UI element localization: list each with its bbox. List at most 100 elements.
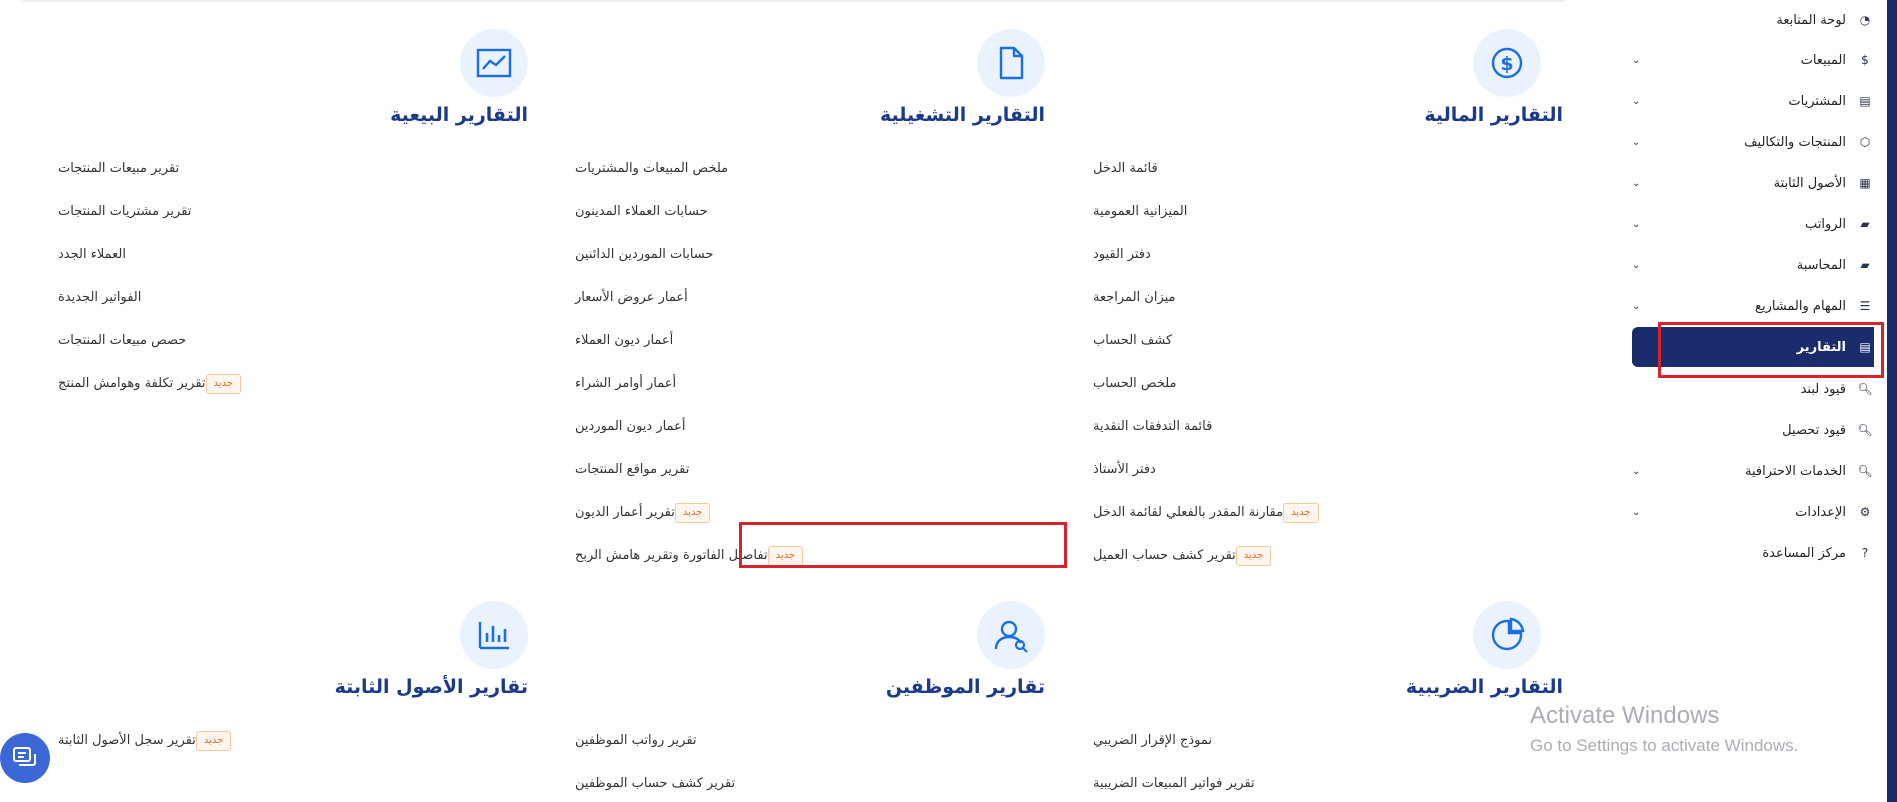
watermark-title: Activate Windows bbox=[1530, 702, 1720, 729]
report-link-label: العملاء الجدد bbox=[58, 247, 126, 262]
report-link[interactable]: ميزان المراجعة bbox=[1093, 276, 1553, 319]
report-link[interactable]: تقرير رواتب الموظفين bbox=[575, 719, 1035, 762]
report-link[interactable]: تقرير مشتريات المنتجات bbox=[58, 190, 518, 233]
report-link[interactable]: مقارنة المقدر بالفعلي لقائمة الدخل جديد bbox=[1093, 491, 1553, 534]
chevron-down-icon: ⌄ bbox=[1632, 54, 1641, 66]
report-link[interactable]: نموذج الإقرار الضريبي bbox=[1093, 719, 1553, 762]
report-link-label: قائمة التدفقات النقدية bbox=[1093, 419, 1213, 434]
new-badge: جديد bbox=[205, 373, 241, 394]
report-link[interactable]: العملاء الجدد bbox=[58, 233, 518, 276]
report-link-label: تقرير أعمار الديون bbox=[575, 505, 675, 520]
report-link-label: كشف الحساب bbox=[1093, 333, 1173, 348]
sidebar-item[interactable]: ▤ المشتريات ⌄ bbox=[1632, 81, 1874, 121]
sidebar-item-label: المبيعات bbox=[1800, 52, 1846, 68]
sidebar-item[interactable]: ⬡ المنتجات والتكاليف ⌄ bbox=[1632, 122, 1874, 162]
report-link[interactable]: حصص مبيعات المنتجات bbox=[58, 319, 518, 362]
report-link[interactable]: أعمار أوامر الشراء bbox=[575, 362, 1035, 405]
chat-icon bbox=[13, 747, 36, 766]
report-link[interactable]: ملخص المبيعات والمشتريات bbox=[575, 147, 1035, 190]
sidebar-item[interactable]: 🔍︎ قيود تحصيل bbox=[1632, 410, 1874, 450]
report-link[interactable]: أعمار ديون الموردين bbox=[575, 405, 1035, 448]
report-link-label: حسابات العملاء المدينون bbox=[575, 204, 708, 219]
chevron-down-icon: ⌄ bbox=[1632, 506, 1641, 518]
watermark-subtitle: Go to Settings to activate Windows. bbox=[1530, 736, 1799, 755]
report-link-label: تقرير رواتب الموظفين bbox=[575, 733, 697, 748]
report-link-label: تقرير فواتير المبيعات الضريبية bbox=[1093, 776, 1255, 791]
sidebar-item[interactable]: $ المبيعات ⌄ bbox=[1632, 40, 1874, 80]
users-icon bbox=[977, 601, 1045, 669]
windows-activation-watermark: Activate Windows Go to Settings to activ… bbox=[1530, 702, 1798, 756]
sales-links: تقرير مبيعات المنتجات تقرير مشتريات المنت… bbox=[58, 147, 518, 405]
sidebar-item[interactable]: ▦ الأصول الثابتة ⌄ bbox=[1632, 163, 1874, 203]
report-link[interactable]: قائمة الدخل bbox=[1093, 147, 1553, 190]
report-link[interactable]: تقرير مبيعات المنتجات bbox=[58, 147, 518, 190]
pie-chart-icon bbox=[1473, 601, 1541, 669]
sidebar-item[interactable]: ▰ المحاسبة ⌄ bbox=[1632, 245, 1874, 285]
sidebar-item-label: الخدمات الاحترافية bbox=[1745, 463, 1846, 479]
operational-links: ملخص المبيعات والمشتريات حسابات العملاء ا… bbox=[575, 147, 1035, 577]
section-operational-reports: التقارير التشغيلية ملخص المبيعات والمشتر… bbox=[575, 29, 1045, 569]
report-link[interactable]: دفتر القيود bbox=[1093, 233, 1553, 276]
section-title: تقارير الأصول الثابتة bbox=[334, 676, 528, 698]
report-link[interactable]: تقرير كشف حساب العميل جديد bbox=[1093, 534, 1553, 577]
tax-links: نموذج الإقرار الضريبي تقرير فواتير المبيع… bbox=[1093, 719, 1553, 802]
tasks-icon: ☰ bbox=[1859, 299, 1871, 313]
report-link[interactable]: ملخص الحساب bbox=[1093, 362, 1553, 405]
report-link-label: تقرير كشف حساب الموظفين bbox=[575, 776, 736, 791]
highlight-box-reports bbox=[1658, 322, 1884, 378]
search-icon: 🔍︎ bbox=[1857, 423, 1873, 437]
chat-button[interactable] bbox=[0, 733, 50, 783]
report-link-label: حسابات الموردين الدائنين bbox=[575, 247, 714, 262]
report-link-label: أعمار ديون العملاء bbox=[575, 333, 674, 348]
sidebar-item[interactable]: ? مركز المساعدة bbox=[1632, 533, 1874, 573]
section-title: التقارير الضريبية bbox=[1405, 676, 1563, 698]
top-divider bbox=[22, 0, 1565, 2]
section-sales-reports: التقارير البيعية تقرير مبيعات المنتجات تق… bbox=[58, 29, 528, 429]
sidebar-item[interactable]: 🔍︎ الخدمات الاحترافية ⌄ bbox=[1632, 451, 1874, 491]
section-title: التقارير البيعية bbox=[390, 104, 528, 126]
report-link[interactable]: تقرير سجل الأصول الثابتة جديد bbox=[58, 719, 518, 762]
section-title: تقارير الموظفين bbox=[885, 676, 1045, 698]
chevron-down-icon: ⌄ bbox=[1632, 95, 1641, 107]
section-financial-reports: $ التقارير المالية قائمة الدخل الميزانية … bbox=[1093, 29, 1563, 569]
sidebar-item[interactable]: ☰ المهام والمشاريع ⌄ bbox=[1632, 286, 1874, 326]
folder-icon: ▰ bbox=[1860, 217, 1870, 231]
employee-links: تقرير رواتب الموظفين تقرير كشف حساب الموظ… bbox=[575, 719, 1035, 802]
report-link[interactable]: قائمة التدفقات النقدية bbox=[1093, 405, 1553, 448]
dashboard-icon: ◔ bbox=[1859, 13, 1871, 27]
report-link[interactable]: تقرير تكلفة وهوامش المنتج جديد bbox=[58, 362, 518, 405]
report-link-label: قائمة الدخل bbox=[1093, 161, 1158, 176]
sidebar-item-label: الإعدادات bbox=[1795, 504, 1846, 520]
report-link[interactable]: الفواتير الجديدة bbox=[58, 276, 518, 319]
chevron-down-icon: ⌄ bbox=[1632, 218, 1641, 230]
sidebar-item[interactable]: ▰ الرواتب ⌄ bbox=[1632, 204, 1874, 244]
report-link[interactable]: تقرير كشف حساب الموظفين bbox=[575, 762, 1035, 802]
report-link[interactable]: الميزانية العمومية bbox=[1093, 190, 1553, 233]
report-link[interactable]: أعمار ديون العملاء bbox=[575, 319, 1035, 362]
report-link-label: الميزانية العمومية bbox=[1093, 204, 1188, 219]
chevron-down-icon: ⌄ bbox=[1632, 136, 1641, 148]
report-link-label: مقارنة المقدر بالفعلي لقائمة الدخل bbox=[1093, 505, 1284, 520]
report-link-label: تقرير كشف حساب العميل bbox=[1093, 548, 1236, 563]
folder-icon: ▰ bbox=[1860, 258, 1870, 272]
financial-links: قائمة الدخل الميزانية العمومية دفتر القيود… bbox=[1093, 147, 1553, 577]
highlight-box-report-link bbox=[739, 522, 1067, 568]
section-fixed-asset-reports: تقارير الأصول الثابتة تقرير سجل الأصول ا… bbox=[58, 601, 528, 801]
report-link[interactable]: حسابات الموردين الدائنين bbox=[575, 233, 1035, 276]
report-link[interactable]: تقرير فواتير المبيعات الضريبية bbox=[1093, 762, 1553, 802]
sidebar-item-label: قيود تحصيل bbox=[1782, 422, 1846, 438]
sidebar-item[interactable]: ◔ لوحة المتابعة bbox=[1632, 0, 1874, 40]
report-link[interactable]: حسابات العملاء المدينون bbox=[575, 190, 1035, 233]
report-link[interactable]: تقرير مواقع المنتجات bbox=[575, 448, 1035, 491]
report-link[interactable]: كشف الحساب bbox=[1093, 319, 1553, 362]
sidebar-edge bbox=[1887, 0, 1897, 802]
new-badge: جديد bbox=[1235, 545, 1272, 566]
bar-chart-icon bbox=[460, 601, 528, 669]
chevron-down-icon: ⌄ bbox=[1632, 259, 1641, 271]
report-link[interactable]: أعمار عروض الأسعار bbox=[575, 276, 1035, 319]
search-icon: 🔍︎ bbox=[1857, 464, 1873, 478]
search-icon: 🔍︎ bbox=[1857, 382, 1873, 396]
sidebar-item[interactable]: ⚙ الإعدادات ⌄ bbox=[1632, 492, 1874, 532]
report-link[interactable]: دفتر الأستاذ bbox=[1093, 448, 1553, 491]
reports-main: $ التقارير المالية قائمة الدخل الميزانية … bbox=[0, 0, 1608, 802]
